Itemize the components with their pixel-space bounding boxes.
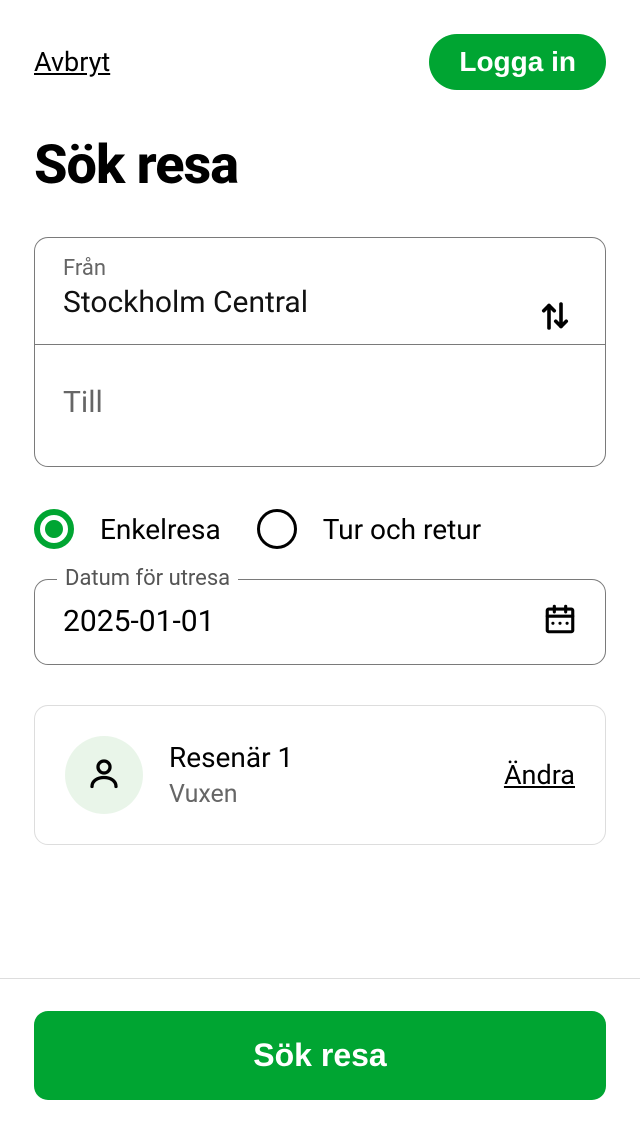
traveler-type: Vuxen: [169, 780, 478, 809]
from-label: Från: [63, 256, 577, 281]
stations-card: Från Stockholm Central Till: [34, 237, 606, 467]
radio-round-trip[interactable]: Tur och retur: [257, 509, 481, 549]
radio-one-way-label: Enkelresa: [100, 513, 221, 546]
to-placeholder: Till: [63, 363, 577, 442]
top-bar: Avbryt Logga in: [34, 34, 606, 90]
login-button[interactable]: Logga in: [429, 34, 606, 90]
avatar: [65, 736, 143, 814]
person-icon: [86, 755, 122, 795]
departure-date-field[interactable]: Datum för utresa 2025-01-01: [34, 579, 606, 665]
radio-unchecked-icon: [257, 509, 297, 549]
swap-icon: [537, 322, 573, 337]
trip-type-group: Enkelresa Tur och retur: [34, 509, 606, 549]
radio-round-trip-label: Tur och retur: [323, 513, 481, 546]
radio-checked-icon: [34, 509, 74, 549]
search-button[interactable]: Sök resa: [34, 1011, 606, 1100]
radio-one-way[interactable]: Enkelresa: [34, 509, 221, 549]
change-traveler-link[interactable]: Ändra: [504, 759, 575, 791]
traveler-name: Resenär 1: [169, 741, 478, 774]
swap-stations-button[interactable]: [531, 292, 579, 343]
footer: Sök resa: [0, 978, 640, 1136]
cancel-link[interactable]: Avbryt: [34, 46, 110, 78]
date-legend: Datum för utresa: [57, 566, 238, 591]
from-value: Stockholm Central: [63, 285, 577, 320]
page-title: Sök resa: [34, 134, 606, 197]
to-field[interactable]: Till: [35, 344, 605, 466]
date-value: 2025-01-01: [63, 604, 214, 639]
from-field[interactable]: Från Stockholm Central: [35, 238, 605, 344]
calendar-icon: [543, 602, 577, 640]
traveler-card: Resenär 1 Vuxen Ändra: [34, 705, 606, 845]
